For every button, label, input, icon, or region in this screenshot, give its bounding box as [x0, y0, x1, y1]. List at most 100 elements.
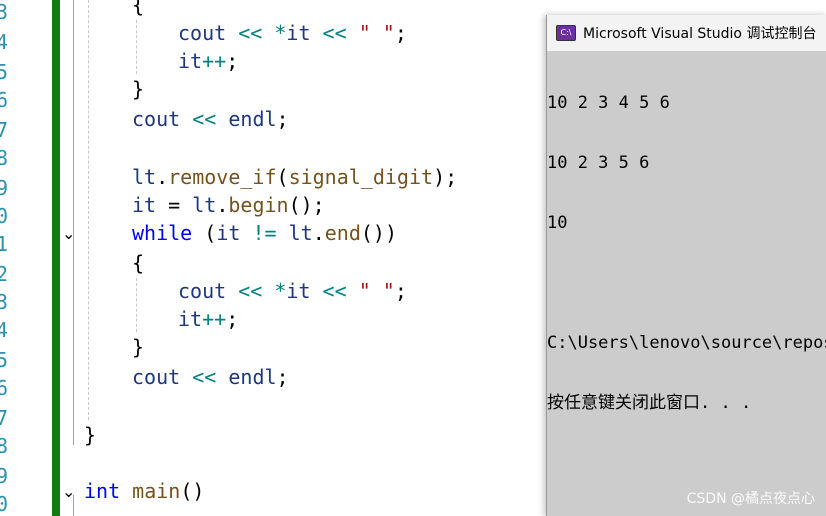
code-token: cout	[132, 107, 181, 131]
line-number: 5	[0, 348, 9, 372]
code-token: it	[286, 279, 311, 303]
console-line: 10 2 3 5 6	[547, 153, 650, 173]
code-token: {	[132, 251, 145, 275]
code-token: *	[274, 21, 287, 45]
line-number: 8	[0, 434, 9, 458]
code-token: <<	[238, 21, 263, 45]
line-number: 5	[0, 60, 9, 84]
code-token: lt	[192, 193, 217, 217]
code-token: endl	[228, 365, 277, 389]
line-number: 0	[0, 204, 9, 228]
code-token: {	[132, 0, 145, 17]
code-token: lt	[132, 165, 157, 189]
code-token: ()	[180, 479, 205, 503]
code-line: }	[132, 336, 144, 358]
code-token: begin	[228, 193, 289, 217]
code-line: {	[132, 0, 144, 16]
code-editor[interactable]: ⌄ ⌄ {cout << *it << " "; it++;} cout << en…	[60, 0, 546, 516]
indent-guide	[88, 0, 89, 420]
code-line: cout << endl;	[132, 108, 289, 130]
code-token: <<	[322, 21, 347, 45]
code-line: {	[132, 252, 144, 274]
console-app-icon: C:\	[556, 25, 576, 41]
code-token: .	[156, 165, 169, 189]
code-token: ;	[394, 21, 407, 45]
console-title-bar[interactable]: C:\ Microsoft Visual Studio 调试控制台	[547, 15, 826, 51]
line-number: 9	[0, 176, 9, 200]
code-token: cout	[178, 279, 227, 303]
code-line: it++;	[178, 50, 238, 72]
code-token: =	[156, 193, 193, 217]
code-token: }	[132, 335, 145, 359]
code-token: );	[433, 165, 458, 189]
code-line: cout << *it << " ";	[178, 22, 407, 44]
code-token: ;	[226, 49, 239, 73]
code-token: ++	[202, 307, 227, 331]
console-line: 10 2 3 4 5 6	[547, 93, 670, 113]
code-token: cout	[132, 365, 181, 389]
code-line: }	[84, 424, 96, 446]
line-number: 4	[0, 318, 9, 342]
code-token: endl	[228, 107, 277, 131]
debug-console-window[interactable]: C:\ Microsoft Visual Studio 调试控制台 10 2 3…	[546, 15, 826, 516]
line-number: 3	[0, 290, 9, 314]
code-token: ;	[394, 279, 407, 303]
code-line: int main()	[84, 480, 204, 502]
code-token: it	[178, 49, 203, 73]
line-number: 6	[0, 376, 9, 400]
watermark: CSDN @橘点夜点心	[686, 491, 815, 507]
code-token: ())	[360, 221, 397, 245]
console-title: Microsoft Visual Studio 调试控制台	[583, 26, 817, 42]
code-token: <<	[192, 365, 217, 389]
code-token: <<	[238, 279, 263, 303]
code-token: it	[178, 307, 203, 331]
indent-guide	[136, 20, 137, 74]
line-number: 2	[0, 262, 9, 286]
code-token: }	[84, 423, 97, 447]
code-token: " "	[358, 279, 395, 303]
code-token: main	[132, 479, 181, 503]
code-token: while	[132, 221, 193, 245]
code-token: it	[132, 193, 157, 217]
code-token: ;	[226, 307, 239, 331]
change-tracking-bar	[52, 0, 60, 516]
code-line: while (it != lt.end())	[132, 222, 397, 244]
code-token: int	[84, 479, 121, 503]
code-token: cout	[178, 21, 227, 45]
code-line: it++;	[178, 308, 238, 330]
indent-guide	[136, 278, 137, 332]
code-token: <<	[322, 279, 347, 303]
line-number: 9	[0, 464, 9, 488]
line-number: 0	[0, 492, 9, 516]
console-output: 10 2 3 4 5 6 10 2 3 5 6 10 C:\Users\leno…	[547, 51, 826, 453]
collapse-chevron-icon[interactable]: ⌄	[62, 224, 75, 243]
line-number: 7	[0, 406, 9, 430]
code-token: " "	[358, 21, 395, 45]
line-number: 8	[0, 146, 9, 170]
code-token: .	[312, 221, 325, 245]
console-line: 按任意键关闭此窗口. . .	[547, 393, 752, 413]
code-token: (	[276, 165, 289, 189]
code-token: signal_digit	[288, 165, 434, 189]
code-line: }	[132, 78, 144, 100]
collapse-chevron-icon[interactable]: ⌄	[62, 482, 75, 501]
line-number: 4	[0, 30, 9, 54]
code-line: it = lt.begin();	[132, 194, 325, 216]
code-token: *	[274, 279, 287, 303]
code-token: ();	[288, 193, 325, 217]
code-token: ;	[276, 107, 289, 131]
code-token: !=	[252, 221, 277, 245]
code-token: remove_if	[168, 165, 277, 189]
